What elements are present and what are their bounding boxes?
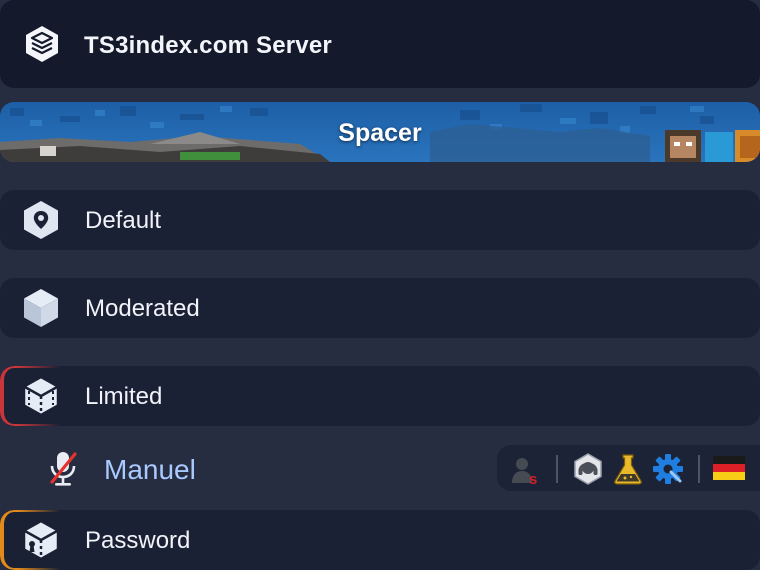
- client-badges: s: [497, 445, 760, 491]
- password-channel-icon: [22, 519, 60, 561]
- server-name: TS3index.com Server: [84, 32, 332, 59]
- gear-admin-icon: [653, 454, 683, 484]
- channel-default[interactable]: Default: [0, 190, 760, 250]
- channel-name: Moderated: [85, 295, 200, 322]
- spacer-row[interactable]: Spacer: [0, 102, 760, 162]
- channel-moderated[interactable]: Moderated: [0, 278, 760, 338]
- server-row[interactable]: TS3index.com Server: [0, 0, 760, 88]
- germany-flag-icon: [713, 456, 745, 480]
- flask-beta-icon: [614, 454, 642, 485]
- server-stack-icon: [26, 26, 58, 62]
- client-row[interactable]: Manuel s: [0, 440, 760, 498]
- channel-name: Default: [85, 207, 162, 234]
- svg-text:s: s: [529, 471, 537, 485]
- badge-divider: [698, 455, 700, 483]
- badge-divider: [556, 455, 558, 483]
- channel-password[interactable]: Password: [0, 510, 760, 570]
- spacer-label: Spacer: [338, 119, 422, 147]
- default-channel-icon: [24, 201, 58, 239]
- ts3-channel-tree: TS3index.com Server Spacer Default Moder…: [0, 0, 760, 570]
- moderated-channel-icon: [24, 289, 58, 327]
- headset-support-icon: [574, 453, 602, 485]
- channel-limited[interactable]: Limited: [0, 366, 760, 426]
- limited-channel-icon: [22, 375, 60, 417]
- server-group-s-icon: s: [512, 458, 537, 485]
- channel-name: Limited: [85, 383, 163, 410]
- channel-name: Password: [85, 527, 191, 554]
- client-name: Manuel: [104, 454, 196, 485]
- microphone-muted-icon: [50, 452, 77, 486]
